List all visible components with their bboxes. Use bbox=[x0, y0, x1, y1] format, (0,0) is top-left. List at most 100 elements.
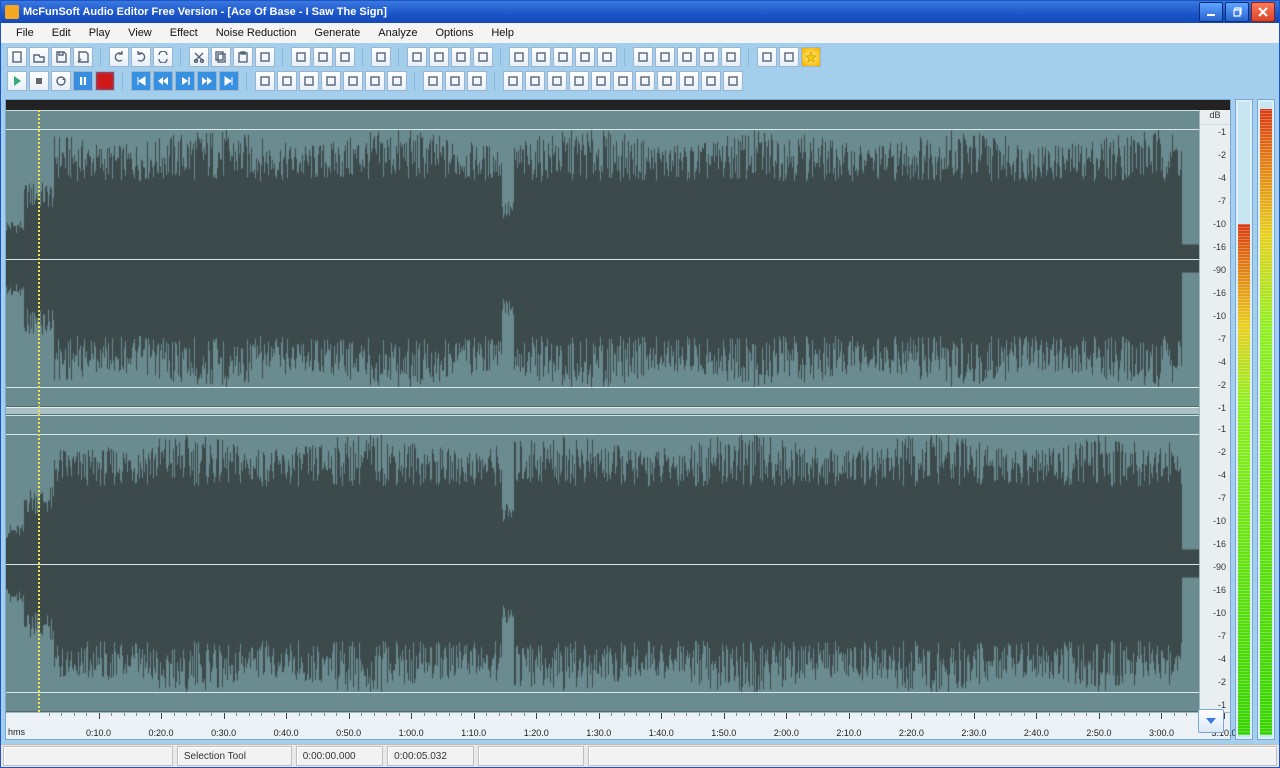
wave-props-button[interactable] bbox=[757, 47, 777, 67]
end-marker-button[interactable] bbox=[473, 47, 493, 67]
play-cursor[interactable] bbox=[38, 110, 40, 712]
fade-out-button[interactable] bbox=[299, 71, 319, 91]
toolbar-group-nav bbox=[407, 47, 501, 67]
go-end-button[interactable] bbox=[219, 71, 239, 91]
fade-in-button[interactable] bbox=[277, 71, 297, 91]
redo-button[interactable] bbox=[131, 47, 151, 67]
pause-button[interactable] bbox=[73, 71, 93, 91]
close-button[interactable] bbox=[1251, 2, 1275, 22]
waveform-channel-left[interactable] bbox=[6, 110, 1199, 407]
db-tick: -10 bbox=[1202, 516, 1228, 526]
repeat-button[interactable] bbox=[153, 47, 173, 67]
start-marker-button[interactable] bbox=[407, 47, 427, 67]
menu-noise-reduction[interactable]: Noise Reduction bbox=[207, 25, 306, 41]
menu-analyze[interactable]: Analyze bbox=[369, 25, 426, 41]
play-button[interactable] bbox=[7, 71, 27, 91]
equalizer-button[interactable] bbox=[657, 71, 677, 91]
menu-play[interactable]: Play bbox=[80, 25, 119, 41]
trim-button[interactable] bbox=[291, 47, 311, 67]
play-sel-button[interactable] bbox=[175, 71, 195, 91]
paste-button[interactable] bbox=[233, 47, 253, 67]
menu-file[interactable]: File bbox=[7, 25, 43, 41]
echo-button[interactable] bbox=[503, 71, 523, 91]
mix-paste-button[interactable] bbox=[255, 47, 275, 67]
cd-burn-button[interactable] bbox=[633, 47, 653, 67]
channel-mix-button[interactable] bbox=[365, 71, 385, 91]
time-stretch-button[interactable] bbox=[445, 71, 465, 91]
undo-button[interactable] bbox=[109, 47, 129, 67]
menu-edit[interactable]: Edit bbox=[43, 25, 80, 41]
menu-options[interactable]: Options bbox=[426, 25, 482, 41]
ffwd-button[interactable] bbox=[197, 71, 217, 91]
menu-help[interactable]: Help bbox=[482, 25, 523, 41]
spectrum-button[interactable] bbox=[721, 47, 741, 67]
document-name: [Ace Of Base - I Saw The Sign] bbox=[227, 6, 387, 18]
new-button[interactable] bbox=[7, 47, 27, 67]
next-marker-button[interactable] bbox=[451, 47, 471, 67]
amplify-button[interactable] bbox=[255, 71, 275, 91]
zoom-out-button[interactable] bbox=[531, 47, 551, 67]
application-window: McFunSoft Audio Editor Free Version - [A… bbox=[0, 0, 1280, 768]
track-header-strip[interactable] bbox=[6, 100, 1230, 110]
pitch-button[interactable] bbox=[467, 71, 487, 91]
reverse-icon bbox=[427, 75, 439, 87]
zoom-sel-button[interactable] bbox=[553, 47, 573, 67]
flanger-button[interactable] bbox=[547, 71, 567, 91]
menu-view[interactable]: View bbox=[119, 25, 161, 41]
normalize-button[interactable] bbox=[321, 71, 341, 91]
notch-button[interactable] bbox=[701, 71, 721, 91]
loop-button[interactable] bbox=[51, 71, 71, 91]
stop-button[interactable] bbox=[29, 71, 49, 91]
record-button[interactable] bbox=[95, 71, 115, 91]
channel-convert-button[interactable] bbox=[313, 47, 333, 67]
reverse-button[interactable] bbox=[423, 71, 443, 91]
record-settings-button[interactable] bbox=[677, 47, 697, 67]
zoom-full-button[interactable] bbox=[575, 47, 595, 67]
vibrato-button[interactable] bbox=[591, 71, 611, 91]
compress-button[interactable] bbox=[613, 71, 633, 91]
menu-generate[interactable]: Generate bbox=[305, 25, 369, 41]
silence-button[interactable] bbox=[387, 71, 407, 91]
phaser-button[interactable] bbox=[569, 71, 589, 91]
mixer-button[interactable] bbox=[699, 47, 719, 67]
presets-button[interactable] bbox=[779, 47, 799, 67]
time-stretch-icon bbox=[449, 75, 461, 87]
db-tick: -1 bbox=[1202, 127, 1228, 137]
zoom-vertical-button[interactable] bbox=[597, 47, 617, 67]
zoom-in-button[interactable] bbox=[509, 47, 529, 67]
chorus-button[interactable] bbox=[525, 71, 545, 91]
reverb-icon bbox=[727, 75, 739, 87]
prev-marker-button[interactable] bbox=[429, 47, 449, 67]
save-button[interactable] bbox=[51, 47, 71, 67]
db-tick: -7 bbox=[1202, 493, 1228, 503]
expand-icon bbox=[639, 75, 651, 87]
export-email-button[interactable] bbox=[655, 47, 675, 67]
reverb-button[interactable] bbox=[723, 71, 743, 91]
open-button[interactable] bbox=[29, 47, 49, 67]
format-convert-button[interactable] bbox=[335, 47, 355, 67]
envelope-button[interactable] bbox=[343, 71, 363, 91]
vibrato-icon bbox=[595, 75, 607, 87]
status-blank3 bbox=[588, 746, 1277, 766]
minimize-button[interactable] bbox=[1199, 2, 1223, 22]
menu-effect[interactable]: Effect bbox=[161, 25, 207, 41]
select-all-icon bbox=[375, 51, 387, 63]
restore-button[interactable] bbox=[1225, 2, 1249, 22]
favorite-button[interactable] bbox=[801, 47, 821, 67]
filter-button[interactable] bbox=[679, 71, 699, 91]
rewind-button[interactable] bbox=[153, 71, 173, 91]
select-all-button[interactable] bbox=[371, 47, 391, 67]
db-tick: -4 bbox=[1202, 173, 1228, 183]
wave-props-icon bbox=[761, 51, 773, 63]
time-ruler[interactable]: hms 0:10.00:20.00:30.00:40.00:50.01:00.0… bbox=[6, 712, 1230, 739]
db-tick: -90 bbox=[1202, 265, 1228, 275]
waveform-area[interactable] bbox=[6, 110, 1199, 712]
cut-button[interactable] bbox=[189, 47, 209, 67]
expand-panel-button[interactable] bbox=[1198, 709, 1224, 733]
zoom-in-icon bbox=[513, 51, 525, 63]
expand-button[interactable] bbox=[635, 71, 655, 91]
copy-button[interactable] bbox=[211, 47, 231, 67]
save-as-button[interactable] bbox=[73, 47, 93, 67]
waveform-channel-right[interactable] bbox=[6, 415, 1199, 712]
go-start-button[interactable] bbox=[131, 71, 151, 91]
